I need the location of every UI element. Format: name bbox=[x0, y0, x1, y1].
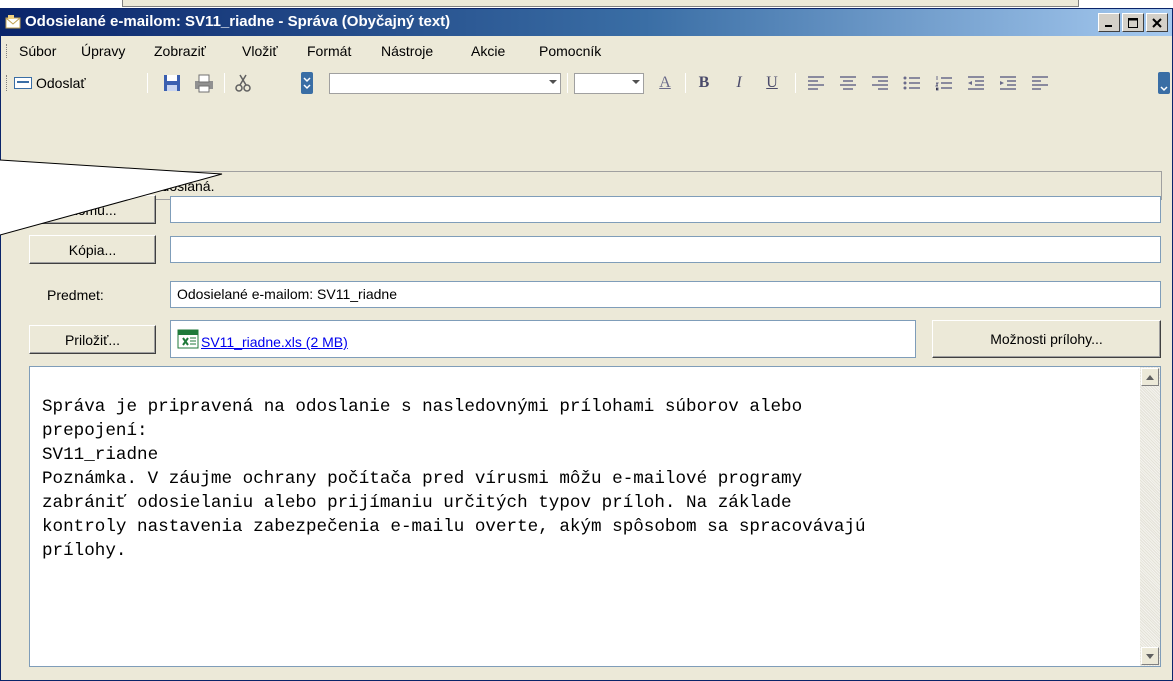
menu-bar: Súbor Úpravy Zobraziť Vložiť Formát Nást… bbox=[1, 37, 1172, 65]
window-title: Odosielané e-mailom: SV11_riadne - Správ… bbox=[25, 13, 451, 30]
menu-tools[interactable]: Nástroje bbox=[381, 43, 433, 59]
save-icon[interactable] bbox=[161, 72, 183, 94]
maximize-button[interactable] bbox=[1122, 13, 1144, 32]
font-color-icon[interactable]: A bbox=[654, 72, 676, 94]
message-body[interactable]: Správa je pripravená na odoslanie s nasl… bbox=[29, 366, 1161, 667]
decrease-indent-icon[interactable] bbox=[967, 75, 985, 91]
numbering-icon[interactable] bbox=[935, 75, 953, 91]
menu-actions[interactable]: Akcie bbox=[471, 43, 505, 59]
toolbar-separator bbox=[567, 73, 568, 93]
title-bar[interactable]: Odosielané e-mailom: SV11_riadne - Správ… bbox=[1, 9, 1172, 36]
send-label: Odoslať bbox=[36, 75, 86, 91]
body-line: prílohy. bbox=[42, 541, 127, 561]
cc-button[interactable]: Kópia... bbox=[29, 235, 156, 264]
menu-edit[interactable]: Úpravy bbox=[81, 43, 125, 59]
menu-grip bbox=[6, 44, 9, 58]
attach-button[interactable]: Priložiť... bbox=[29, 325, 156, 354]
subject-label: Predmet: bbox=[47, 287, 104, 303]
toolbar-grip bbox=[6, 75, 9, 91]
subject-field[interactable]: Odosielané e-mailom: SV11_riadne bbox=[170, 281, 1161, 308]
to-field[interactable] bbox=[170, 196, 1161, 223]
align-left-icon[interactable] bbox=[807, 75, 825, 91]
italic-icon[interactable]: I bbox=[728, 72, 750, 94]
to-button[interactable]: Komu... bbox=[29, 195, 156, 224]
underline-icon[interactable]: U bbox=[761, 72, 783, 94]
info-bar-text: Táto správa nebola odoslaná. bbox=[30, 178, 215, 194]
toolbar-overflow-icon[interactable] bbox=[301, 72, 313, 94]
attachment-link[interactable]: SV11_riadne.xls (2 MB) bbox=[201, 334, 348, 350]
vertical-scrollbar[interactable] bbox=[1140, 367, 1160, 666]
menu-format[interactable]: Formát bbox=[307, 43, 351, 59]
arrow-down-icon bbox=[1146, 653, 1154, 659]
align-center-icon[interactable] bbox=[839, 75, 857, 91]
style-icon[interactable] bbox=[1031, 75, 1049, 91]
increase-indent-icon[interactable] bbox=[999, 75, 1017, 91]
toolbar-separator bbox=[795, 73, 796, 93]
maximize-icon bbox=[1128, 17, 1138, 28]
font-name-combo[interactable] bbox=[329, 73, 561, 94]
attachment-list: SV11_riadne.xls (2 MB) bbox=[170, 320, 916, 358]
close-button[interactable] bbox=[1146, 13, 1168, 32]
align-right-icon[interactable] bbox=[871, 75, 889, 91]
toolbar-options-icon[interactable] bbox=[1158, 72, 1170, 94]
body-line: Poznámka. V záujme ochrany počítača pred… bbox=[42, 469, 803, 489]
body-line: kontroly nastavenia zabezpečenia e-mailu… bbox=[42, 517, 866, 537]
body-line: SV11_riadne bbox=[42, 445, 159, 465]
menu-file[interactable]: Súbor bbox=[19, 43, 56, 59]
body-line: prepojení: bbox=[42, 421, 148, 441]
send-icon bbox=[14, 77, 32, 89]
attachment-options-button[interactable]: Možnosti prílohy... bbox=[932, 320, 1161, 358]
toolbar-separator bbox=[147, 73, 148, 93]
print-icon[interactable] bbox=[193, 72, 215, 94]
cut-icon[interactable] bbox=[232, 72, 254, 94]
toolbar: Odoslať A B I U bbox=[1, 66, 1172, 99]
minimize-button[interactable] bbox=[1098, 13, 1120, 32]
message-icon bbox=[5, 15, 21, 29]
minimize-icon bbox=[1105, 24, 1112, 27]
message-body-text: Správa je pripravená na odoslanie s nasl… bbox=[42, 395, 1122, 563]
bold-icon[interactable]: B bbox=[693, 72, 715, 94]
body-line: Správa je pripravená na odoslanie s nasl… bbox=[42, 397, 803, 417]
menu-help[interactable]: Pomocník bbox=[539, 43, 601, 59]
scroll-down-button[interactable] bbox=[1141, 647, 1159, 665]
cc-field[interactable] bbox=[170, 236, 1161, 263]
arrow-up-icon bbox=[1146, 374, 1154, 380]
toolbar-separator bbox=[224, 73, 225, 93]
menu-view[interactable]: Zobraziť bbox=[154, 43, 206, 59]
send-button[interactable]: Odoslať bbox=[14, 72, 86, 94]
menu-insert[interactable]: Vložiť bbox=[242, 43, 278, 59]
bullets-icon[interactable] bbox=[903, 75, 921, 91]
excel-file-icon bbox=[177, 329, 199, 349]
font-size-combo[interactable] bbox=[574, 73, 644, 94]
close-icon bbox=[1152, 17, 1162, 28]
toolbar-separator bbox=[685, 73, 686, 93]
body-line: zabrániť odosielaniu alebo prijímaniu ur… bbox=[42, 493, 792, 513]
scroll-up-button[interactable] bbox=[1141, 368, 1159, 386]
